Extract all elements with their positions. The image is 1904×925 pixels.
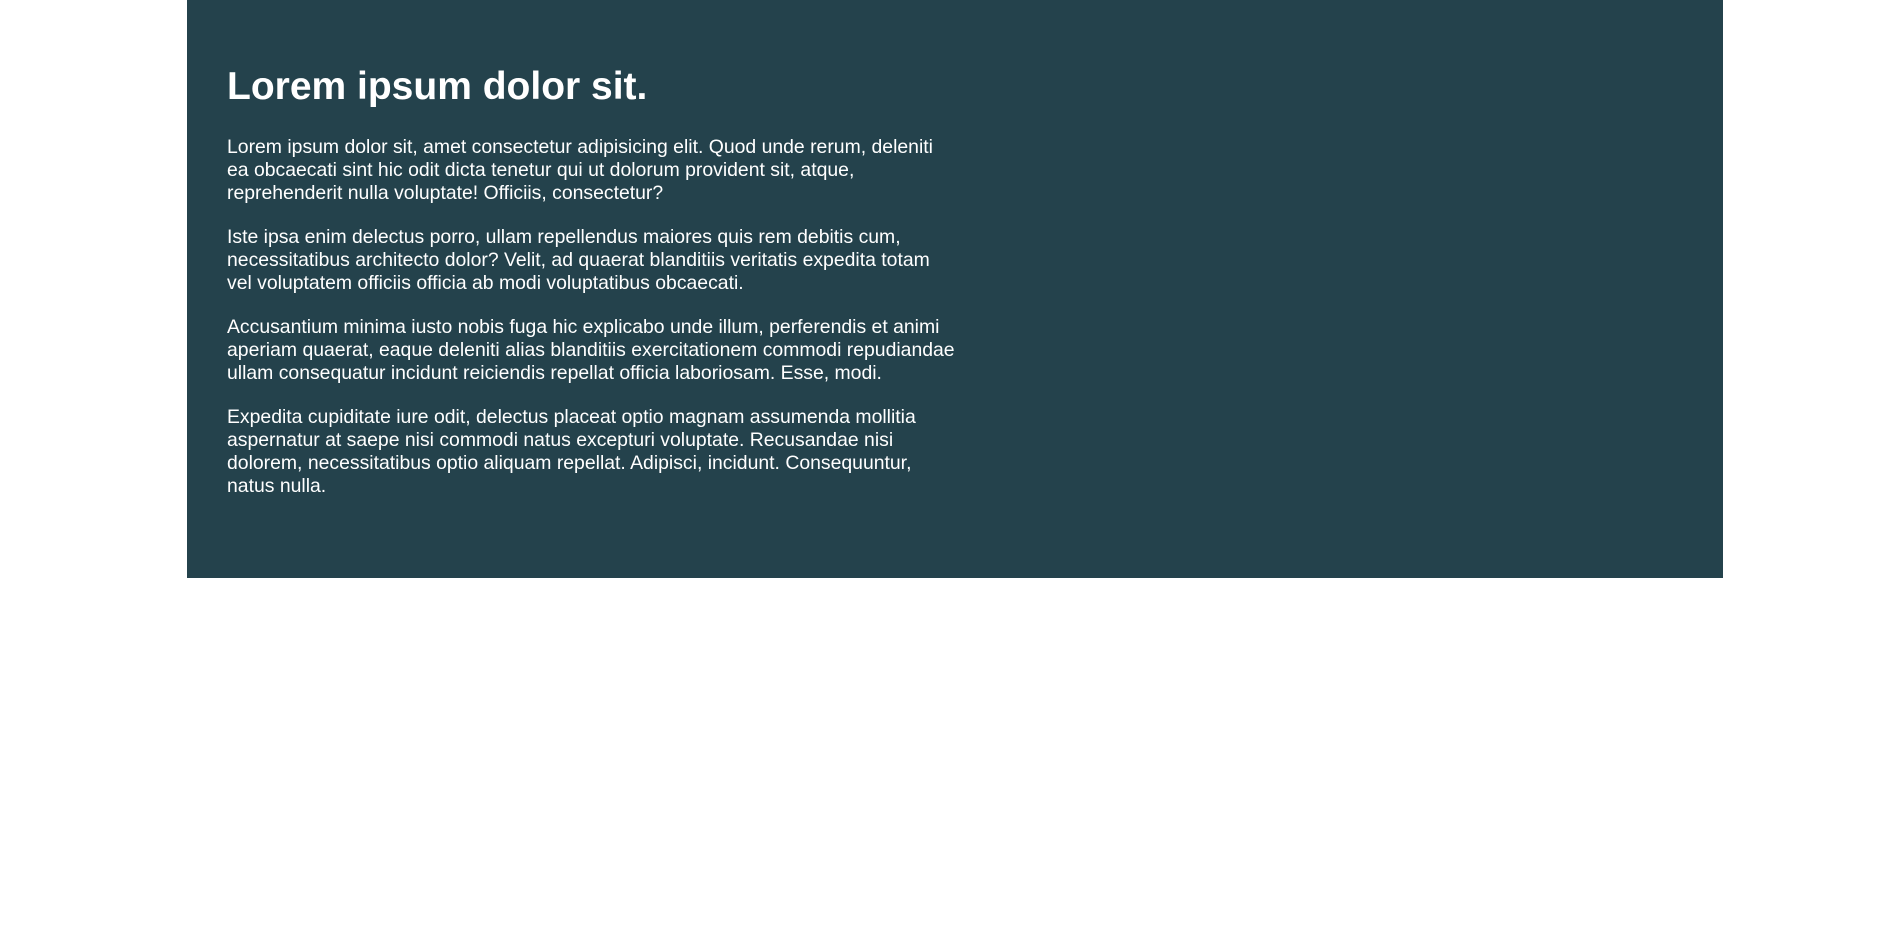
- hero-content: Lorem ipsum dolor sit. Lorem ipsum dolor…: [227, 64, 955, 498]
- page-title: Lorem ipsum dolor sit.: [227, 65, 648, 108]
- paragraph: Iste ipsa enim delectus porro, ullam rep…: [227, 226, 930, 294]
- paragraph: Lorem ipsum dolor sit, amet consectetur …: [227, 136, 933, 204]
- paragraph: Expedita cupiditate iure odit, delectus …: [227, 406, 916, 497]
- hero-section: Lorem ipsum dolor sit. Lorem ipsum dolor…: [187, 0, 1723, 578]
- paragraph: Accusantium minima iusto nobis fuga hic …: [227, 316, 955, 384]
